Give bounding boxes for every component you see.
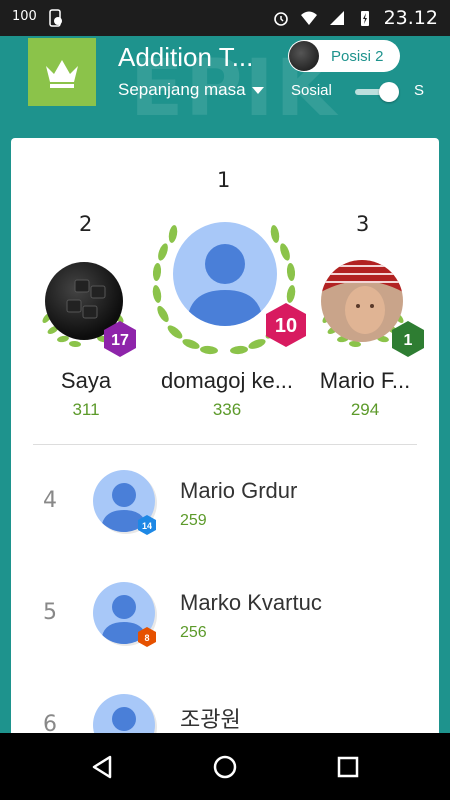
crown-icon	[46, 60, 78, 88]
row-name: Marko Kvartuc	[180, 590, 322, 615]
podium-rank-3: 3	[356, 212, 370, 236]
level-number: 17	[111, 332, 129, 349]
level-badge: 14	[138, 515, 156, 535]
signal-strength-icon: 100	[12, 9, 37, 24]
podium-score-3: 294	[350, 400, 380, 419]
position-chip[interactable]: Posisi 2	[288, 40, 400, 72]
home-icon[interactable]	[211, 753, 239, 781]
leaderboard-card: 1 2 3 17 Saya 311 10 domagoj ke... 336 1…	[11, 138, 439, 758]
level-number: 8	[144, 633, 149, 643]
alarm-icon	[273, 12, 288, 26]
phone-check-icon	[49, 9, 62, 27]
podium-player-2[interactable]: 17	[33, 256, 136, 366]
cell-signal-icon	[329, 11, 344, 25]
level-number: 1	[404, 332, 413, 349]
default-person-icon	[187, 244, 263, 326]
wifi-icon	[300, 11, 317, 25]
social-label: Sosial	[291, 82, 332, 99]
status-bar: 100 23.12	[0, 0, 450, 36]
podium-player-1[interactable]: 10	[149, 214, 306, 364]
battery-charging-icon	[360, 11, 369, 26]
podium-name-1: domagoj ke...	[160, 368, 294, 393]
podium-score-2: 311	[72, 400, 100, 419]
row-name: 조광원	[180, 707, 241, 732]
level-badge: 8	[138, 627, 156, 647]
back-icon[interactable]	[88, 753, 116, 781]
leaderboard-title: Addition T...	[118, 42, 254, 72]
header: EPIK Addition T... Sepanjang masa Sosial…	[0, 36, 450, 134]
clock: 23.12	[383, 7, 438, 29]
chip-avatar	[289, 41, 319, 71]
social-toggle[interactable]	[355, 82, 399, 102]
podium-player-3[interactable]: 1	[313, 256, 424, 366]
row-score: 259	[180, 512, 207, 529]
scope-label-cut: S	[414, 82, 425, 99]
level-badge: 1	[392, 321, 424, 357]
podium-rank-2: 2	[79, 212, 93, 236]
podium-name-2: Saya	[60, 368, 112, 393]
level-badge: 17	[104, 321, 136, 357]
divider	[33, 444, 417, 445]
position-label: Posisi 2	[331, 47, 384, 65]
game-crown-icon[interactable]	[28, 38, 96, 106]
list-item[interactable]: 5 8 Marko Kvartuc 256	[11, 562, 439, 674]
podium-rank-1: 1	[217, 168, 231, 192]
podium-name-3: Mario F...	[319, 368, 411, 393]
row-rank: 5	[43, 600, 57, 625]
period-label: Sepanjang masa	[118, 80, 246, 99]
avatar	[173, 222, 277, 326]
recents-icon[interactable]	[334, 753, 362, 781]
list-item[interactable]: 4 14 Mario Grdur 259	[11, 450, 439, 562]
toggle-thumb	[379, 82, 399, 102]
row-rank: 4	[43, 488, 57, 513]
level-number: 10	[275, 315, 297, 337]
dropdown-arrow-icon	[251, 86, 264, 94]
period-dropdown[interactable]: Sepanjang masa	[118, 80, 264, 100]
row-score: 256	[180, 624, 207, 641]
row-name: Mario Grdur	[180, 478, 298, 503]
level-badge: 10	[266, 303, 306, 347]
podium-score-1: 336	[212, 400, 242, 419]
level-number: 14	[142, 521, 152, 531]
navigation-bar	[0, 733, 450, 800]
